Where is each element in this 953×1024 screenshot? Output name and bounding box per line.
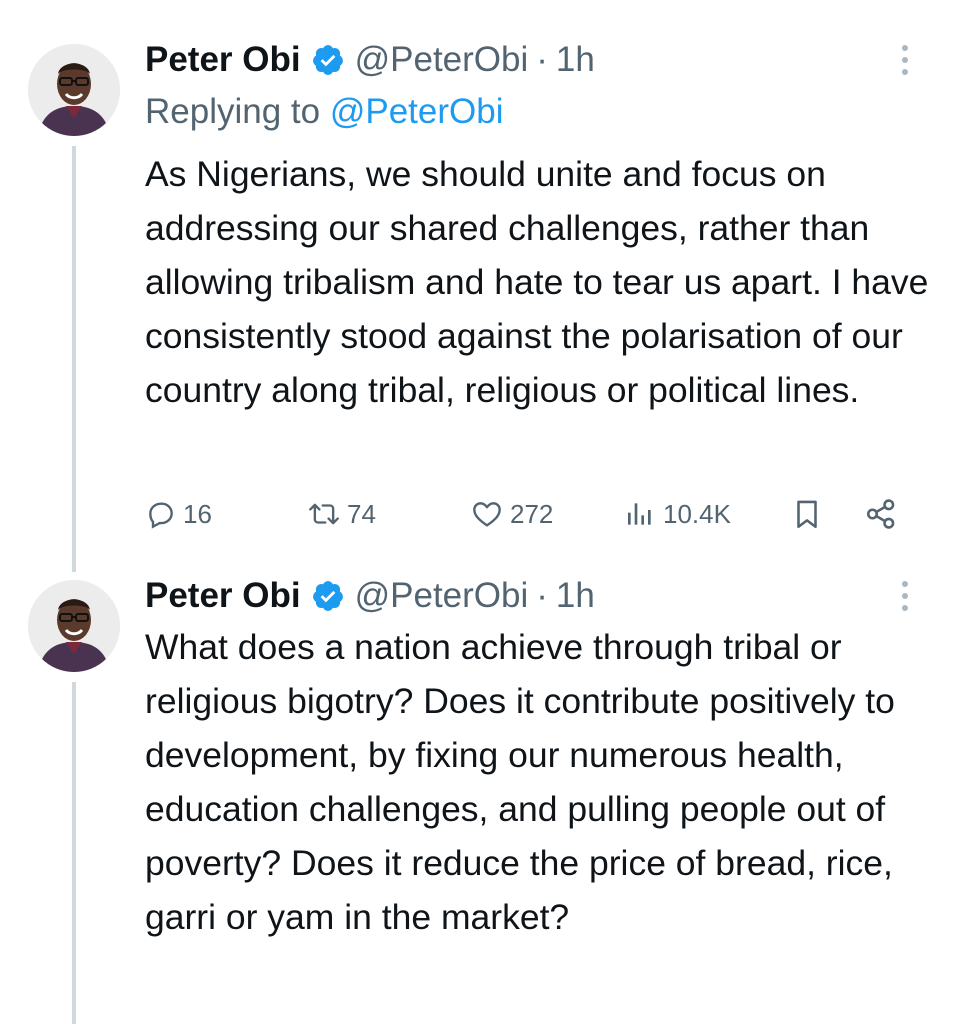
author-handle[interactable]: @PeterObi <box>355 40 529 80</box>
tweet-text: As Nigerians, we should unite and focus … <box>145 154 929 410</box>
replying-to: Replying to @PeterObi <box>145 92 503 132</box>
like-button[interactable]: 272 <box>470 490 553 538</box>
reply-count: 16 <box>183 498 212 529</box>
timestamp[interactable]: 1h <box>556 576 595 616</box>
replying-mention-link[interactable]: @PeterObi <box>330 92 504 131</box>
tweet-header: Peter Obi @PeterObi · 1h <box>145 574 595 618</box>
author-handle[interactable]: @PeterObi <box>355 576 529 616</box>
views-icon <box>628 503 651 525</box>
separator-dot: · <box>536 40 548 79</box>
heart-icon <box>473 502 501 527</box>
tweet-text: What does a nation achieve through triba… <box>145 627 895 937</box>
avatar-image <box>28 580 120 672</box>
more-options-icon[interactable] <box>890 40 920 80</box>
share-icon <box>866 499 895 529</box>
bookmark-icon <box>797 500 817 529</box>
avatar[interactable] <box>28 580 120 672</box>
thread-line <box>72 146 76 572</box>
avatar-image <box>28 44 120 136</box>
author-name[interactable]: Peter Obi <box>145 576 301 616</box>
verified-badge-icon <box>311 579 345 613</box>
verified-badge-icon <box>311 43 345 77</box>
thread-line <box>72 682 76 1024</box>
retweet-icon <box>309 503 339 525</box>
views-button[interactable]: 10.4K <box>623 490 731 538</box>
bookmark-button[interactable] <box>790 490 824 538</box>
share-button[interactable] <box>863 490 899 538</box>
tweet-actions: 16 74 272 10.4K <box>145 490 915 538</box>
author-name[interactable]: Peter Obi <box>145 40 301 80</box>
reply-button[interactable]: 16 <box>145 490 212 538</box>
tweet[interactable]: Peter Obi @PeterObi · 1h What does a nat… <box>0 572 953 1024</box>
separator-dot: · <box>536 576 548 615</box>
avatar[interactable] <box>28 44 120 136</box>
reply-icon <box>149 502 173 529</box>
tweet-header: Peter Obi @PeterObi · 1h <box>145 38 595 82</box>
retweet-button[interactable]: 74 <box>307 490 376 538</box>
retweet-count: 74 <box>347 498 376 529</box>
more-options-icon[interactable] <box>890 576 920 616</box>
tweet[interactable]: Peter Obi @PeterObi · 1h Replying to @Pe… <box>0 0 953 572</box>
replying-prefix: Replying to <box>145 92 330 131</box>
views-count: 10.4K <box>663 498 731 529</box>
like-count: 272 <box>510 498 554 529</box>
timestamp[interactable]: 1h <box>556 40 595 80</box>
